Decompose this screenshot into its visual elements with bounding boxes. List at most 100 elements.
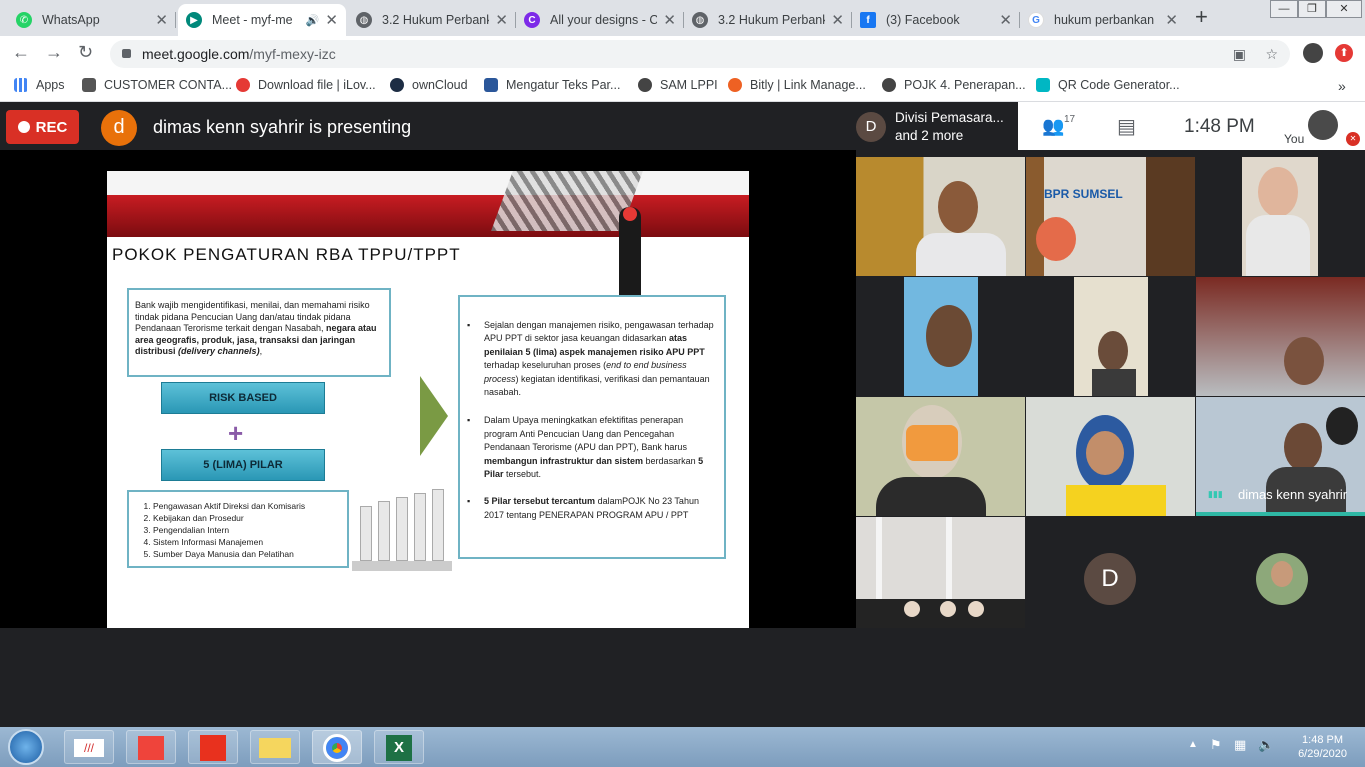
- presenter-avatar: d: [101, 110, 137, 146]
- bookmark-label: POJK 4. Penerapan...: [904, 78, 1026, 92]
- volume-icon[interactable]: 🔈: [1258, 737, 1274, 753]
- taskbar-app-1[interactable]: ///: [64, 730, 114, 764]
- reload-icon[interactable]: ↻: [78, 42, 93, 63]
- bullet-text: berdasarkan: [645, 455, 696, 466]
- taskbar-app-excel[interactable]: X: [374, 730, 424, 764]
- tab-strip: ✆ WhatsApp ✕ ▶ Meet - myf-me 🔊 ✕ ◍ 3.2 H…: [0, 0, 1365, 36]
- pillars-graphic: [352, 489, 452, 571]
- bullet-3: ▪ 5 Pilar tersebut tercantum dalamPOJK N…: [467, 496, 699, 520]
- bookmark-ilovepdf[interactable]: Download file | iLov...: [236, 78, 376, 92]
- address-bar[interactable]: meet.google.com/myf-mexy-izc ▣ ☆: [110, 40, 1290, 68]
- more-bookmarks-icon[interactable]: »: [1338, 78, 1346, 94]
- tab-title: WhatsApp: [42, 13, 100, 27]
- forward-icon[interactable]: →: [45, 42, 63, 63]
- close-tab-icon[interactable]: ✕: [831, 11, 844, 29]
- tab-facebook[interactable]: f (3) Facebook ✕: [852, 4, 1020, 36]
- flag-icon[interactable]: ⚑: [1210, 737, 1222, 753]
- taskbar-app-explorer[interactable]: [250, 730, 300, 764]
- tray-clock[interactable]: 1:48 PM 6/29/2020: [1298, 733, 1347, 761]
- participants-chip[interactable]: D Divisi Pemasara... and 2 more: [848, 102, 1018, 150]
- bookmark-qr-code[interactable]: QR Code Generator...: [1036, 78, 1180, 92]
- bullet-text: terhadap keseluruhan proses (: [484, 360, 607, 371]
- participant-tile[interactable]: [1196, 277, 1365, 396]
- bookmark-sam-lppi[interactable]: SAM LPPI: [638, 78, 718, 92]
- tab-title: hukum perbankan: [1054, 13, 1155, 27]
- windows-taskbar: /// X ▲ ⚑ ▦ 🔈 1:48 PM 6/29/2020: [0, 727, 1365, 767]
- participant-tile-presenter[interactable]: ▮▮▮ dimas kenn syahrir: [1196, 397, 1365, 516]
- bookmark-label: CUSTOMER CONTA...: [104, 78, 233, 92]
- profile-avatar[interactable]: [1303, 43, 1323, 63]
- camera-blocked-icon[interactable]: ▣: [1233, 40, 1246, 68]
- close-tab-icon[interactable]: ✕: [155, 11, 168, 29]
- participant-tile[interactable]: [1026, 397, 1195, 516]
- intro-box: Bank wajib mengidentifikasi, menilai, da…: [127, 288, 391, 377]
- start-button[interactable]: [8, 729, 44, 765]
- participant-tile[interactable]: [856, 157, 1025, 276]
- bookmark-apps[interactable]: Apps: [14, 78, 65, 92]
- tab-canva[interactable]: C All your designs - C ✕: [516, 4, 684, 36]
- speaker-icon[interactable]: 🔊: [306, 14, 320, 27]
- tray-expand-icon[interactable]: ▲: [1188, 739, 1198, 750]
- back-icon[interactable]: ←: [12, 42, 30, 63]
- bookmark-customer-contact[interactable]: CUSTOMER CONTA...: [82, 78, 232, 92]
- close-window-button[interactable]: ✕: [1326, 0, 1362, 18]
- close-tab-icon[interactable]: ✕: [999, 11, 1012, 29]
- close-tab-icon[interactable]: ✕: [663, 11, 676, 29]
- participant-tile[interactable]: [1026, 277, 1195, 396]
- participant-tile[interactable]: [856, 277, 1025, 396]
- recording-indicator: REC: [6, 110, 79, 144]
- globe-icon: [882, 78, 896, 92]
- bookmark-owncloud[interactable]: ownCloud: [390, 78, 468, 92]
- folder-icon: [259, 738, 291, 758]
- facebook-icon: f: [860, 12, 876, 28]
- pilar-item: Pengendalian Intern: [153, 524, 341, 536]
- close-tab-icon[interactable]: ✕: [1165, 11, 1178, 29]
- participants-label: Divisi Pemasara... and 2 more: [895, 110, 1004, 143]
- participant-tile[interactable]: [1196, 157, 1365, 276]
- plus-icon: +: [228, 418, 244, 448]
- bullet-text: ) kegiatan identifikasi, verifikasi dan …: [484, 373, 710, 398]
- bookmark-pojk[interactable]: POJK 4. Penerapan...: [882, 78, 1026, 92]
- participant-tile[interactable]: [856, 517, 1025, 636]
- tab-whatsapp[interactable]: ✆ WhatsApp ✕: [8, 4, 176, 36]
- bookmark-bitly[interactable]: Bitly | Link Manage...: [728, 78, 866, 92]
- speaking-icon: ▮▮▮: [1208, 489, 1223, 499]
- tab-meet[interactable]: ▶ Meet - myf-me 🔊 ✕: [178, 4, 346, 36]
- update-menu-icon[interactable]: ⬆: [1335, 44, 1353, 62]
- participant-tile[interactable]: D: [1026, 517, 1195, 636]
- browser-toolbar: ← → ↻ meet.google.com/myf-mexy-izc ▣ ☆ ⬆: [0, 36, 1365, 70]
- mic-off-icon: ✕: [1346, 132, 1360, 146]
- chrome-icon: [323, 734, 351, 762]
- bullet-text: tersebut.: [506, 469, 542, 480]
- taskbar-app-chrome[interactable]: [312, 730, 362, 764]
- self-avatar[interactable]: [1308, 110, 1338, 140]
- participant-tile[interactable]: [856, 397, 1025, 516]
- bookmark-label: Apps: [36, 78, 65, 92]
- arrow-right-icon: [420, 376, 448, 456]
- tab-title: (3) Facebook: [886, 13, 960, 27]
- bookmark-mengatur-teks[interactable]: Mengatur Teks Par...: [484, 78, 620, 92]
- chat-icon[interactable]: ▤: [1117, 114, 1136, 139]
- taskbar-app-anydesk[interactable]: [126, 730, 176, 764]
- people-icon[interactable]: 👥: [1042, 116, 1064, 137]
- participant-tile[interactable]: [1196, 517, 1365, 636]
- network-icon[interactable]: ▦: [1234, 737, 1246, 753]
- bookmark-label: Bitly | Link Manage...: [750, 78, 866, 92]
- close-tab-icon[interactable]: ✕: [325, 11, 338, 29]
- pilar-list-box: Pengawasan Aktif Direksi dan Komisaris K…: [127, 490, 349, 568]
- tab-google-search[interactable]: G hukum perbankan ✕: [1020, 4, 1186, 36]
- clock-time: 1:48 PM: [1184, 116, 1255, 137]
- tile-name: dimas kenn syahrir: [1238, 487, 1348, 502]
- taskbar-app-pdf[interactable]: [188, 730, 238, 764]
- minimize-button[interactable]: —: [1270, 0, 1298, 18]
- close-tab-icon[interactable]: ✕: [495, 11, 508, 29]
- bookmark-star-icon[interactable]: ☆: [1265, 40, 1278, 68]
- excel-icon: X: [386, 735, 412, 761]
- tab-hukum-2[interactable]: ◍ 3.2 Hukum Perbank ✕: [684, 4, 852, 36]
- tab-hukum-1[interactable]: ◍ 3.2 Hukum Perbank ✕: [348, 4, 516, 36]
- meet-top-controls: 👥 17 ▤ 1:48 PM You ✕: [1018, 102, 1365, 150]
- participant-tile[interactable]: BPR SUMSEL: [1026, 157, 1195, 276]
- participant-count: 17: [1064, 114, 1076, 125]
- new-tab-button[interactable]: +: [1195, 4, 1208, 30]
- restore-button[interactable]: ❐: [1298, 0, 1326, 18]
